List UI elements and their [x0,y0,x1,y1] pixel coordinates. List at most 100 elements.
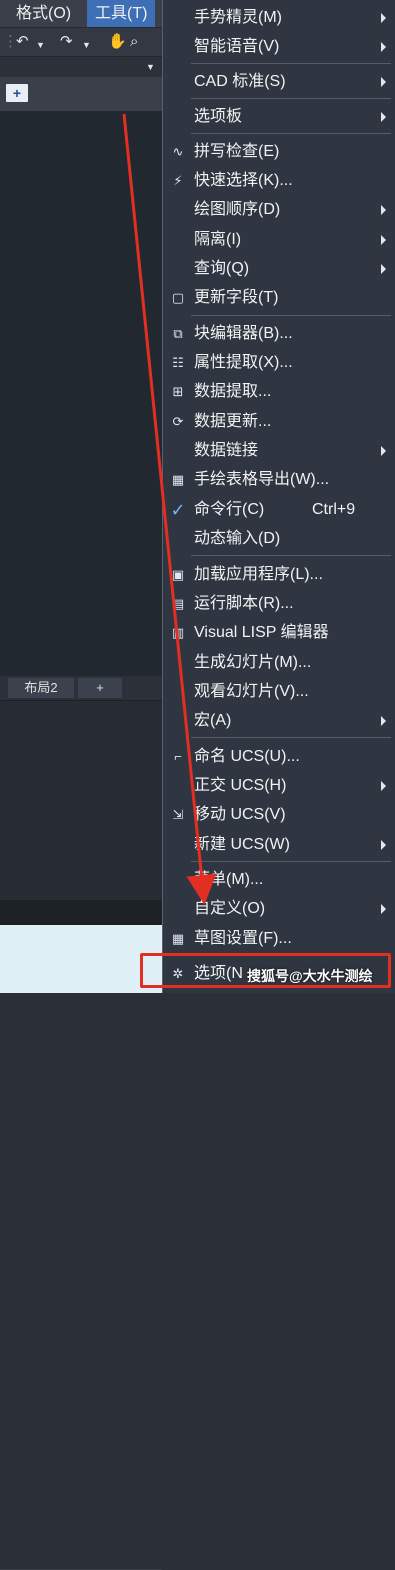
spell-check-icon: ∿ [172,144,184,159]
menu-item-label: 智能语音(V) [194,38,280,55]
attribute-extract-icon: ☷ [172,355,184,370]
menu-item[interactable]: 智能语音(V) [163,33,395,62]
menu-item-label: 更新字段(T) [194,289,279,306]
menu-item-label: CAD 标准(S) [194,73,286,90]
submenu-arrow-icon [381,77,386,87]
menu-item[interactable]: ▦ 草图设置(F)... [163,925,395,954]
menu-item-label: 动态输入(D) [194,530,281,547]
menu-separator [191,861,391,862]
menu-item[interactable]: ▢ 更新字段(T) [163,284,395,313]
menu-item[interactable]: 生成幻灯片(M)... [163,649,395,678]
menu-separator [191,133,391,134]
submenu-arrow-icon [381,840,386,850]
update-field-icon: ▢ [171,290,185,305]
submenu-arrow-icon [381,42,386,52]
menu-item-label: 快速选择(K)... [194,172,293,189]
menu-item[interactable]: ▤ 运行脚本(R)... [163,590,395,619]
menu-item[interactable]: CAD 标准(S) [163,68,395,97]
menu-item[interactable]: ☷ 属性提取(X)... [163,349,395,378]
menu-item-label: 数据提取... [194,383,272,400]
menu-item[interactable]: 数据链接 [163,437,395,466]
menu-item-label: 数据链接 [194,442,259,459]
submenu-arrow-icon [381,235,386,245]
menu-item-label: 移动 UCS(V) [194,806,286,823]
menu-item[interactable]: 观看幻灯片(V)... [163,678,395,707]
block-editor-icon: ⧉ [173,326,183,341]
load-app-icon: ▣ [171,567,185,582]
menu-item-label: 宏(A) [194,712,232,729]
lisp-editor-icon: ▥ [171,625,185,640]
named-ucs-icon: ⌐ [174,749,182,764]
submenu-arrow-icon [381,13,386,23]
menu-item[interactable]: 菜单(M)... [163,866,395,895]
quick-select-icon: ⚡ [173,173,183,188]
menu-item[interactable]: ⧉ 块编辑器(B)... [163,320,395,349]
menu-item[interactable]: 手势精灵(M) [163,4,395,33]
undo-dropdown-icon[interactable]: ▼ [36,37,45,53]
menu-item[interactable]: ⊞ 数据提取... [163,378,395,407]
submenu-arrow-icon [381,904,386,914]
add-layout-button[interactable]: + [78,678,122,698]
menu-item[interactable]: 正交 UCS(H) [163,772,395,801]
run-script-icon: ▤ [171,596,185,611]
menu-item[interactable]: ▦ 手绘表格导出(W)... [163,466,395,495]
menu-item[interactable]: ⟳ 数据更新... [163,408,395,437]
menu-item[interactable]: 新建 UCS(W) [163,831,395,860]
menu-item[interactable]: 选项板 [163,103,395,132]
submenu-arrow-icon [381,112,386,122]
tools-dropdown-menu: 手势精灵(M) 智能语音(V) CAD 标准(S) 选项板 ∿ 拼写检查(E) ⚡ 快速选择(… [162,0,395,993]
menu-item[interactable]: ∿ 拼写检查(E) [163,138,395,167]
menu-item[interactable]: ⚡ 快速选择(K)... [163,167,395,196]
menu-item-label: 数据更新... [194,413,272,430]
submenu-arrow-icon [381,781,386,791]
data-extract-icon: ⊞ [172,384,184,399]
undo-icon[interactable]: ↶ [16,34,29,50]
menu-item[interactable]: 隔离(I) [163,226,395,255]
checkmark-icon: ✓ [170,500,186,520]
menu-item-label: 运行脚本(R)... [194,595,294,612]
menu-item[interactable]: ⌐ 命名 UCS(U)... [163,743,395,772]
menu-item-label: Visual LISP 编辑器 [194,624,329,641]
menu-item[interactable]: ▥ Visual LISP 编辑器 [163,619,395,648]
move-ucs-icon: ⇲ [172,807,184,822]
menu-item-label: 块编辑器(B)... [194,325,293,342]
menu-item-label: 观看幻灯片(V)... [194,683,309,700]
menu-item[interactable]: 宏(A) [163,707,395,736]
new-tab-button[interactable]: + [6,84,28,102]
menu-item[interactable]: 动态输入(D) [163,525,395,554]
menu-item[interactable]: ✓ 命令行(C) Ctrl+9 [163,496,395,525]
submenu-arrow-icon [381,264,386,274]
menu-separator [191,315,391,316]
menu-separator [191,98,391,99]
menu-item-label: 命令行(C) [194,501,265,518]
menu-item-label: 隔离(I) [194,231,242,248]
watermark: 搜狐号@大水牛测绘 [247,968,373,984]
menu-item[interactable]: 查询(Q) [163,255,395,284]
menu-format[interactable]: 格式(O) [8,0,79,27]
menu-item-label: 拼写检查(E) [194,143,280,160]
menu-item[interactable]: 自定义(O) [163,895,395,924]
menu-item[interactable]: ▣ 加载应用程序(L)... [163,561,395,590]
menu-tools[interactable]: 工具(T) [87,0,156,27]
menu-item-label: 选项板 [194,108,243,125]
submenu-arrow-icon [381,205,386,215]
menu-item-label: 命名 UCS(U)... [194,748,300,765]
menu-item-label: 生成幻灯片(M)... [194,654,312,671]
menu-item-label: 加载应用程序(L)... [194,566,323,583]
pan-hand-icon[interactable]: ✋ [108,34,127,50]
chevron-down-icon[interactable]: ▼ [146,62,155,72]
menu-item[interactable]: ⇲ 移动 UCS(V) [163,801,395,830]
menu-item-shortcut: Ctrl+9 [312,501,356,518]
menu-item-label: 手势精灵(M) [194,9,282,26]
zoom-icon[interactable]: ⌕ [130,34,138,50]
menu-item-label: 菜单(M)... [194,871,264,888]
data-update-icon: ⟳ [172,414,184,429]
table-export-icon: ▦ [171,472,185,487]
tab-layout2[interactable]: 布局2 [8,678,74,698]
menu-item-label: 绘图顺序(D) [194,201,281,218]
menu-item-label: 手绘表格导出(W)... [194,471,330,488]
submenu-arrow-icon [381,446,386,456]
redo-dropdown-icon[interactable]: ▼ [82,37,91,53]
menu-item[interactable]: 绘图顺序(D) [163,196,395,225]
redo-icon[interactable]: ↷ [60,34,73,50]
